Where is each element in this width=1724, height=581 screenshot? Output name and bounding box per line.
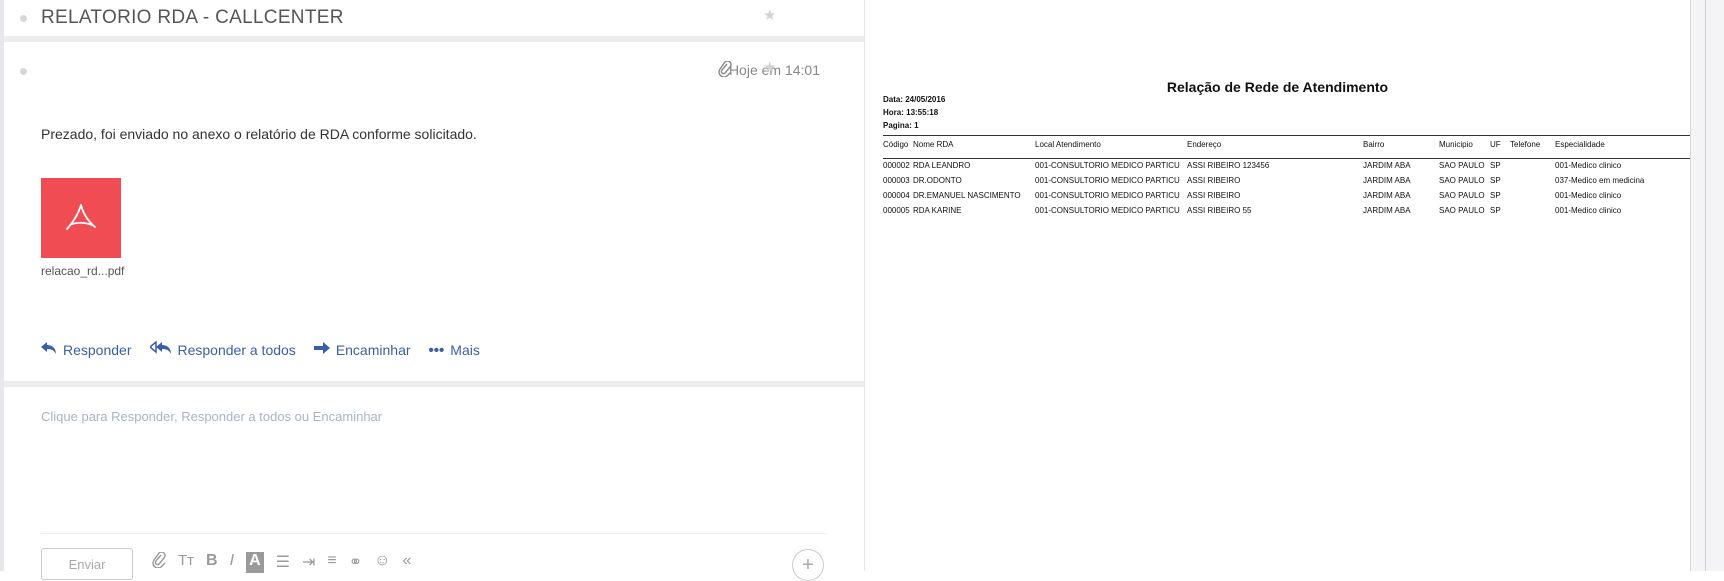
add-button[interactable]: +	[792, 549, 824, 581]
col-header: Nome RDA	[913, 140, 954, 149]
cell-specialty: 001-Medico clinico	[1555, 161, 1622, 170]
bold-icon[interactable]: B	[206, 552, 218, 573]
thread-header: RELATORIO RDA - CALLCENTER ★	[4, 0, 864, 36]
cell-address: ASSI RIBEIRO	[1187, 176, 1241, 185]
cell-address: ASSI RIBEIRO 55	[1187, 206, 1252, 215]
col-header: Municipio	[1439, 140, 1473, 149]
cell-district: JARDIM ABA	[1363, 161, 1411, 170]
scrollbar[interactable]	[1690, 0, 1724, 571]
cell-specialty: 001-Medico clinico	[1555, 206, 1622, 215]
indent-icon[interactable]: ⇥	[302, 552, 315, 573]
more-label: Mais	[450, 342, 480, 358]
col-header: UF	[1490, 140, 1501, 149]
cell-name: RDA LEANDRO	[913, 161, 971, 170]
col-header: Local Atendimento	[1035, 140, 1101, 149]
cell-local: 001-CONSULTORIO MEDICO PARTICU	[1035, 191, 1180, 200]
pdf-icon	[66, 204, 96, 230]
cell-district: JARDIM ABA	[1363, 176, 1411, 185]
cell-local: 001-CONSULTORIO MEDICO PARTICU	[1035, 176, 1180, 185]
more-button[interactable]: ••• Mais	[429, 341, 480, 359]
attach-icon[interactable]	[152, 551, 166, 573]
cell-uf: SP	[1490, 206, 1501, 215]
reply-icon	[41, 341, 57, 359]
col-header: Endereço	[1187, 140, 1222, 149]
report-rule	[883, 135, 1710, 136]
cell-code: 000005	[883, 206, 910, 215]
message-body: Prezado, foi enviado no anexo o relatóri…	[41, 126, 477, 142]
cell-district: JARDIM ABA	[1363, 191, 1411, 200]
emoji-icon[interactable]: ☺	[374, 552, 390, 573]
col-header: Especialidade	[1555, 140, 1605, 149]
cell-city: SAO PAULO	[1439, 161, 1485, 170]
divider	[41, 533, 827, 534]
cell-local: 001-CONSULTORIO MEDICO PARTICU	[1035, 161, 1180, 170]
star-icon[interactable]: ★	[763, 6, 776, 24]
thread-title: RELATORIO RDA - CALLCENTER	[41, 7, 344, 28]
align-icon[interactable]: ≡	[327, 552, 336, 573]
italic-icon[interactable]: I	[230, 552, 234, 573]
report-date: Data: 24/05/2016	[883, 95, 946, 104]
reply-label: Responder	[63, 342, 132, 358]
more-icon: •••	[428, 341, 445, 359]
message-dot[interactable]	[20, 68, 27, 75]
reply-placeholder[interactable]: Clique para Responder, Responder a todos…	[41, 409, 382, 424]
reply-all-icon	[148, 340, 172, 359]
reply-button[interactable]: Responder	[41, 341, 132, 359]
send-button[interactable]: Enviar	[41, 548, 133, 580]
collapse-icon[interactable]: «	[402, 552, 411, 573]
email-pane: RELATORIO RDA - CALLCENTER ★ Hoje em 14:…	[4, 0, 864, 581]
cell-specialty: 001-Medico clinico	[1555, 191, 1622, 200]
reply-all-label: Responder a todos	[177, 342, 296, 358]
col-header: Bairro	[1363, 140, 1385, 149]
cell-address: ASSI RIBEIRO 123456	[1187, 161, 1270, 170]
separator	[4, 36, 864, 42]
pdf-attachment[interactable]	[41, 178, 121, 258]
forward-icon	[313, 341, 330, 359]
unread-dot[interactable]	[20, 15, 27, 22]
reply-all-button[interactable]: Responder a todos	[148, 340, 296, 359]
report-title: Relação de Rede de Atendimento	[1166, 79, 1389, 95]
cell-code: 000002	[883, 161, 910, 170]
cell-uf: SP	[1490, 161, 1501, 170]
cell-code: 000003	[883, 176, 910, 185]
message-star-icon[interactable]: ★	[763, 58, 776, 76]
pdf-preview-pane: Relação de Rede de Atendimento Data: 24/…	[865, 0, 1710, 571]
cell-city: SAO PAULO	[1439, 206, 1485, 215]
bullet-list-icon[interactable]: ☰	[276, 552, 290, 573]
attachment-name[interactable]: relacao_rd...pdf	[41, 264, 124, 278]
col-header: Telefone	[1510, 140, 1541, 149]
report-page-number: Pagina: 1	[883, 121, 919, 130]
compose-toolbar: Tт B I A ☰ ⇥ ≡ ⚭ ☺ «	[152, 551, 411, 573]
cell-name: DR.ODONTO	[913, 176, 962, 185]
link-icon[interactable]: ⚭	[349, 552, 362, 573]
cell-specialty: 037-Medico em medicina	[1555, 176, 1645, 185]
cell-uf: SP	[1490, 191, 1501, 200]
report-time: Hora: 13:55:18	[883, 108, 939, 117]
cell-district: JARDIM ABA	[1363, 206, 1411, 215]
separator	[4, 381, 864, 387]
cell-city: SAO PAULO	[1439, 191, 1485, 200]
cell-uf: SP	[1490, 176, 1501, 185]
cell-name: RDA KARINE	[913, 206, 962, 215]
report-rule	[883, 158, 1710, 159]
font-color-icon[interactable]: A	[246, 552, 264, 573]
cell-name: DR.EMANUEL NASCIMENTO	[913, 191, 1021, 200]
col-header: Código	[883, 140, 909, 149]
message-actions: Responder Responder a todos Encaminhar •…	[41, 340, 480, 359]
forward-button[interactable]: Encaminhar	[313, 341, 411, 359]
cell-city: SAO PAULO	[1439, 176, 1485, 185]
cell-address: ASSI RIBEIRO	[1187, 191, 1241, 200]
cell-code: 000004	[883, 191, 910, 200]
forward-label: Encaminhar	[335, 342, 411, 358]
cell-local: 001-CONSULTORIO MEDICO PARTICU	[1035, 206, 1180, 215]
text-size-icon[interactable]: Tт	[178, 552, 194, 573]
report-page: Relação de Rede de Atendimento Data: 24/…	[865, 0, 1710, 571]
